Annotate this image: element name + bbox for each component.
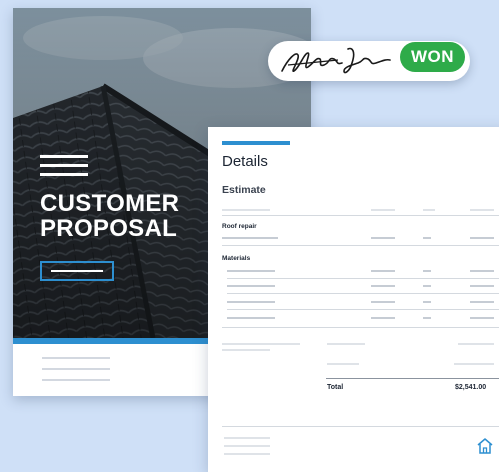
divider: [227, 278, 499, 279]
details-accent-bar: [222, 141, 290, 145]
details-sheet: Details Estimate Roof repair Materials T…: [208, 127, 499, 472]
details-subtitle: Estimate: [222, 184, 266, 196]
won-badge: WON: [400, 42, 465, 72]
divider: [222, 327, 499, 328]
divider: [222, 426, 499, 427]
total-label: Total: [327, 384, 344, 391]
divider: [227, 309, 499, 310]
cover-title-line1: CUSTOMER: [40, 190, 180, 217]
footer-line: [224, 445, 270, 447]
tax-value-line: [454, 363, 494, 365]
details-title: Details: [222, 153, 268, 170]
notes-line: [222, 349, 270, 351]
divider: [222, 215, 499, 216]
total-divider: [326, 378, 499, 379]
footer-line: [224, 453, 270, 455]
cover-title-line2: PROPOSAL: [40, 215, 178, 242]
footer-line: [224, 437, 270, 439]
section-label-materials: Materials: [222, 255, 251, 262]
signature-icon: [281, 47, 391, 74]
cover-button[interactable]: [40, 261, 114, 281]
subtotal-value-line: [458, 343, 494, 345]
divider: [222, 245, 499, 246]
subtotal-label-line: [327, 343, 365, 345]
divider: [227, 293, 499, 294]
notes-line: [222, 343, 300, 345]
total-value: $2,541.00: [455, 384, 487, 391]
house-icon: [477, 438, 493, 454]
section-label-roof-repair: Roof repair: [222, 223, 257, 230]
tax-label-line: [327, 363, 359, 365]
cover-title: CUSTOMER PROPOSAL: [40, 191, 179, 241]
